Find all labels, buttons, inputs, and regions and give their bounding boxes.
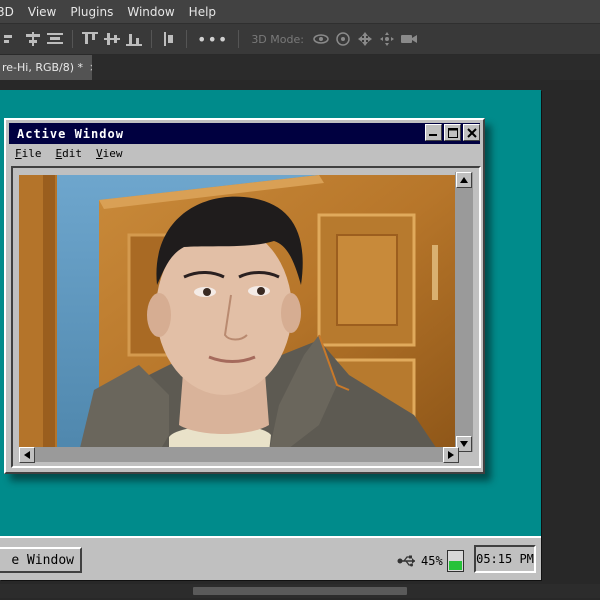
align-middle-icon[interactable]: [101, 28, 123, 50]
menu-edit[interactable]: Edit: [55, 147, 84, 163]
document-tab-label: re-Hi, RGB/8) *: [2, 61, 84, 74]
horizontal-scrollbar[interactable]: [19, 447, 459, 463]
app-menubar: 3D View Plugins Window Help: [0, 0, 600, 24]
document-tab[interactable]: re-Hi, RGB/8) * ×: [0, 55, 92, 80]
align-top-icon[interactable]: [79, 28, 101, 50]
align-right-icon[interactable]: [44, 28, 66, 50]
menu-help[interactable]: Help: [182, 5, 223, 19]
close-icon: [466, 127, 477, 138]
taskbar-window-button[interactable]: e Window: [0, 547, 82, 573]
menu-plugins[interactable]: Plugins: [63, 5, 120, 19]
window-title: Active Window: [17, 126, 124, 141]
3d-mode-label: 3D Mode:: [251, 32, 304, 46]
taskbar-clock: 05:15 PM: [474, 545, 536, 573]
separator: [238, 30, 240, 48]
close-button[interactable]: [463, 124, 480, 141]
menu-file[interactable]: File: [14, 147, 43, 163]
battery-percent: 45%: [421, 554, 443, 568]
retro-window[interactable]: Active Window File Edit View: [4, 118, 485, 474]
usb-icon: [397, 555, 415, 567]
battery-level-fill: [448, 561, 462, 570]
canvas-horizontal-scrollbar[interactable]: [0, 584, 600, 598]
vertical-scrollbar[interactable]: [455, 172, 473, 452]
system-tray: 45%: [397, 548, 464, 574]
arrow-left-icon: [24, 451, 30, 459]
webcam-photo: [19, 175, 459, 452]
menu-view-retro[interactable]: View: [95, 147, 124, 163]
canvas-area: Active Window File Edit View e Window 45…: [0, 81, 600, 583]
arrow-down-icon: [460, 441, 468, 447]
3d-roll-icon[interactable]: [332, 28, 354, 50]
minimize-button[interactable]: [425, 124, 442, 141]
retro-taskbar: e Window 45% 05:15 PM: [0, 536, 541, 580]
arrow-right-icon: [448, 451, 454, 459]
more-options-button[interactable]: •••: [193, 30, 232, 49]
maximize-icon: [447, 127, 458, 138]
distribute-left-icon[interactable]: [0, 28, 22, 50]
menu-3d[interactable]: 3D: [0, 5, 21, 19]
retro-menu-row: File Edit View: [14, 147, 124, 163]
document-tab-bar: re-Hi, RGB/8) * ×: [0, 55, 600, 80]
align-bottom-icon[interactable]: [123, 28, 145, 50]
menu-window[interactable]: Window: [120, 5, 181, 19]
image-viewport: [11, 166, 481, 468]
minimize-icon: [429, 134, 437, 136]
separator: [72, 30, 73, 48]
3d-pan-icon[interactable]: [354, 28, 376, 50]
battery-icon: [446, 550, 464, 572]
options-bar: ••• 3D Mode:: [0, 24, 600, 55]
retro-window-titlebar[interactable]: Active Window: [9, 123, 480, 144]
align-center-icon[interactable]: [22, 28, 44, 50]
separator: [186, 30, 187, 48]
portrait-image: [19, 175, 459, 452]
distribute-vertical-icon[interactable]: [158, 28, 180, 50]
separator: [151, 30, 152, 48]
scroll-right-button[interactable]: [443, 447, 459, 463]
scroll-thumb[interactable]: [193, 587, 407, 595]
document-canvas: Active Window File Edit View e Window 45…: [0, 90, 541, 580]
close-tab-icon[interactable]: ×: [89, 61, 92, 74]
3d-camera-icon[interactable]: [398, 28, 420, 50]
arrow-up-icon: [460, 177, 468, 183]
menu-view[interactable]: View: [21, 5, 63, 19]
maximize-button[interactable]: [444, 124, 461, 141]
scroll-left-button[interactable]: [19, 447, 35, 463]
scroll-up-button[interactable]: [456, 172, 472, 188]
3d-orbit-icon[interactable]: [310, 28, 332, 50]
window-controls: [425, 124, 480, 141]
3d-slide-icon[interactable]: [376, 28, 398, 50]
